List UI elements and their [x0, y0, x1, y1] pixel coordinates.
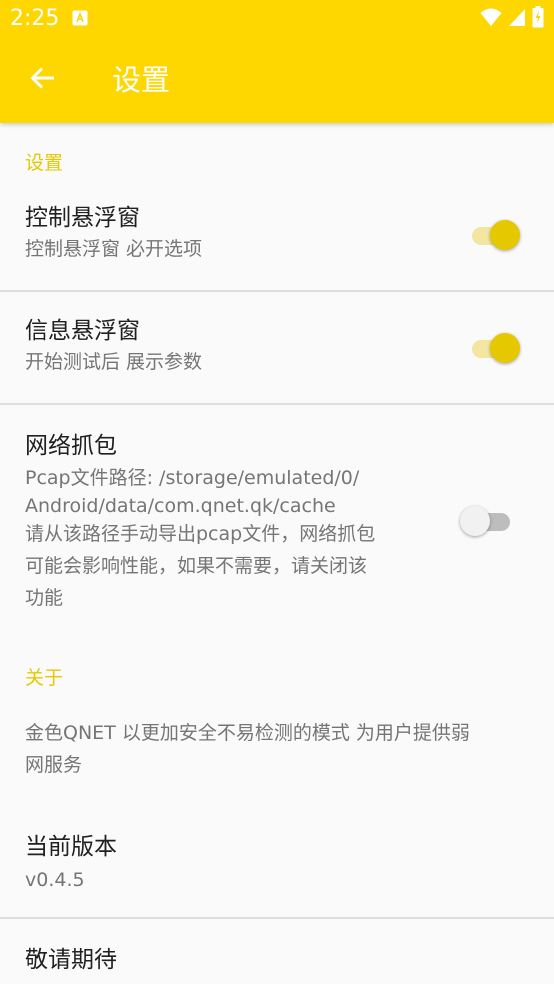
arrow-back-icon: [29, 64, 57, 96]
pref-info-float-window[interactable]: 信息悬浮窗 开始测试后 展示参数: [0, 298, 554, 404]
pref-title: 控制悬浮窗: [25, 205, 140, 231]
divider: [0, 403, 554, 405]
divider: [0, 290, 554, 292]
control-float-window-switch[interactable]: [468, 214, 524, 254]
status-icons: [480, 6, 544, 32]
pref-title: 信息悬浮窗: [25, 318, 140, 344]
pref-summary-line: 请从该路径手动导出pcap文件，网络抓包: [25, 523, 376, 545]
battery-charging-icon: [532, 6, 544, 32]
back-button[interactable]: [20, 57, 66, 103]
status-time: 2:25: [10, 6, 60, 31]
divider: [0, 917, 554, 919]
category-about-header: 关于: [25, 667, 64, 689]
app-bar: 2:25 设置: [0, 0, 554, 123]
pref-title: 当前版本: [25, 834, 117, 860]
pref-summary-line: 可能会影响性能，如果不需要，请关闭该: [25, 555, 368, 577]
packet-capture-switch[interactable]: [460, 500, 516, 540]
info-float-window-switch[interactable]: [468, 327, 524, 367]
about-description-item[interactable]: 金色QNET 以更加安全不易检测的模式 为用户提供弱 网服务: [0, 703, 554, 803]
category-settings-header: 设置: [25, 152, 64, 174]
pref-control-float-window[interactable]: 控制悬浮窗 控制悬浮窗 必开选项: [0, 185, 554, 291]
pref-summary: 开始测试后 展示参数: [25, 351, 203, 373]
pref-summary-line: Pcap文件路径: /storage/emulated/0/: [25, 467, 360, 489]
switch-thumb: [490, 220, 520, 250]
switch-thumb: [490, 333, 520, 363]
pref-current-version[interactable]: 当前版本 v0.4.5: [0, 813, 554, 917]
settings-list[interactable]: 设置 控制悬浮窗 控制悬浮窗 必开选项 信息悬浮窗 开始测试后 展示参数 网络抓…: [0, 123, 554, 984]
pref-title: 敬请期待: [25, 947, 117, 973]
pref-summary: 控制悬浮窗 必开选项: [25, 238, 203, 260]
pref-summary-line: Android/data/com.qnet.qk/cache: [25, 495, 336, 517]
pref-packet-capture[interactable]: 网络抓包 Pcap文件路径: /storage/emulated/0/ Andr…: [0, 411, 554, 631]
app-notification-icon: [72, 10, 88, 26]
pref-coming-soon[interactable]: 敬请期待: [0, 925, 554, 984]
page-title: 设置: [112, 63, 171, 97]
status-bar: 2:25: [0, 0, 554, 38]
pref-summary-line: 功能: [25, 587, 64, 609]
version-value: v0.4.5: [25, 869, 85, 891]
about-description-line: 金色QNET 以更加安全不易检测的模式 为用户提供弱: [25, 722, 470, 744]
cell-signal-icon: [508, 7, 526, 31]
wifi-icon: [480, 7, 502, 31]
switch-thumb: [460, 506, 490, 536]
about-description-line: 网服务: [25, 754, 83, 776]
pref-title: 网络抓包: [25, 433, 117, 459]
